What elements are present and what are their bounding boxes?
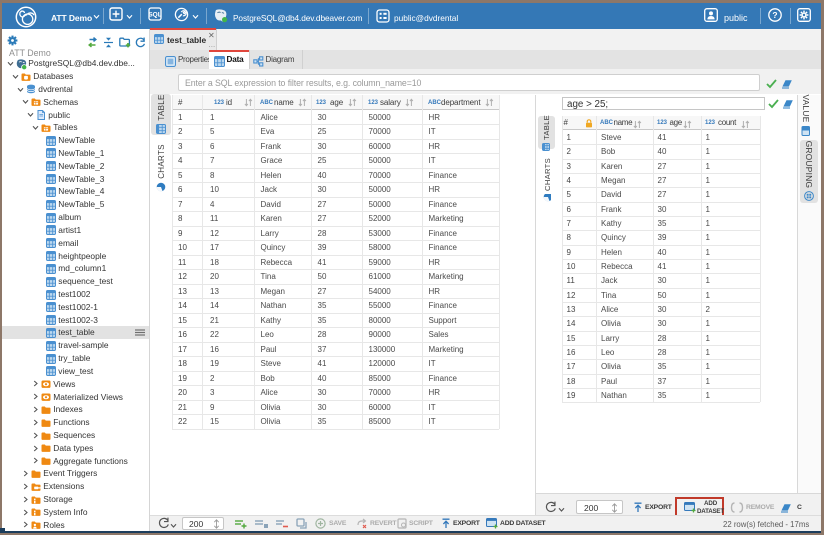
- svg-text:?: ?: [772, 10, 777, 20]
- svg-text:SQL: SQL: [148, 11, 161, 18]
